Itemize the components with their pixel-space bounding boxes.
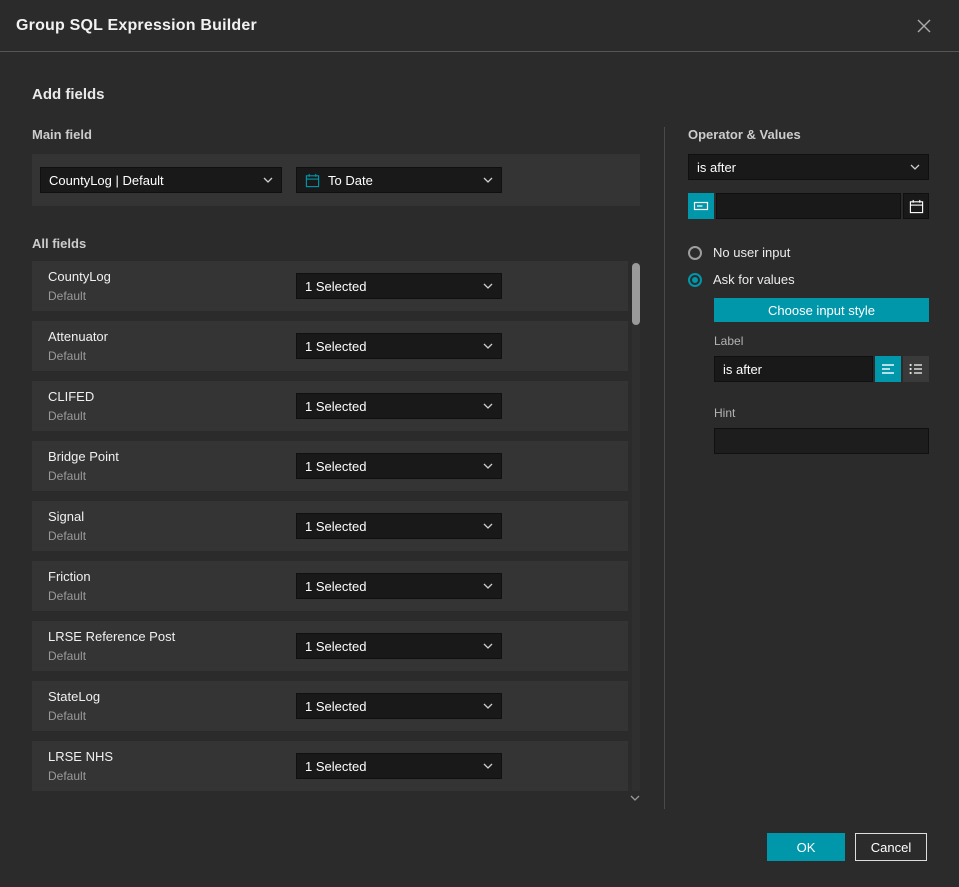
all-fields-list-wrap: CountyLog Default 1 Selected Attenuator …	[32, 261, 640, 801]
chevron-down-icon	[477, 463, 493, 469]
chevron-down-icon	[477, 763, 493, 769]
columns: Main field CountyLog | Default To Date A…	[32, 127, 929, 809]
field-selected-dropdown[interactable]: 1 Selected	[296, 273, 502, 299]
all-fields-list: CountyLog Default 1 Selected Attenuator …	[32, 261, 628, 791]
radio-no-user-input-label: No user input	[713, 245, 791, 260]
field-selected-label: 1 Selected	[305, 638, 367, 654]
chevron-down-icon	[477, 643, 493, 649]
radio-checked-icon[interactable]	[688, 272, 702, 287]
field-list-item: CountyLog Default 1 Selected	[32, 261, 628, 311]
date-field-select-value: To Date	[328, 172, 373, 188]
ask-for-values-block: Choose input style Label is after Hint	[714, 298, 929, 454]
field-selected-dropdown[interactable]: 1 Selected	[296, 753, 502, 779]
value-row	[688, 193, 929, 219]
group-sql-expression-builder-dialog: Group SQL Expression Builder Add fields …	[0, 0, 959, 887]
main-field-select-value: CountyLog | Default	[49, 172, 164, 188]
label-caption: Label	[714, 334, 744, 348]
operator-values-heading: Operator & Values	[688, 127, 801, 142]
field-selected-dropdown[interactable]: 1 Selected	[296, 393, 502, 419]
cancel-button[interactable]: Cancel	[855, 833, 927, 861]
close-icon[interactable]	[911, 13, 937, 39]
dialog-titlebar: Group SQL Expression Builder	[0, 0, 959, 52]
field-list-item: StateLog Default 1 Selected	[32, 681, 628, 731]
field-selected-label: 1 Selected	[305, 338, 367, 354]
label-input[interactable]	[714, 356, 873, 382]
operator-values-column: Operator & Values is after No user input…	[688, 127, 929, 809]
chevron-down-icon	[477, 523, 493, 529]
date-field-select[interactable]: To Date	[296, 167, 502, 193]
set-value-type-button[interactable]	[688, 193, 714, 219]
field-selected-dropdown[interactable]: 1 Selected	[296, 573, 502, 599]
main-field-panel: CountyLog | Default To Date	[32, 154, 640, 206]
hint-input[interactable]	[714, 428, 929, 454]
field-list-item: LRSE NHS Default 1 Selected	[32, 741, 628, 791]
chevron-down-icon	[904, 164, 920, 170]
choose-input-style-button[interactable]: Choose input style	[714, 298, 929, 322]
scrollbar-track[interactable]	[632, 261, 640, 791]
radio-unchecked-icon[interactable]	[688, 245, 702, 260]
dialog-footer: OK Cancel	[767, 833, 927, 861]
vertical-divider	[664, 127, 665, 809]
dialog-body: Add fields Main field CountyLog | Defaul…	[0, 86, 959, 809]
field-selected-label: 1 Selected	[305, 758, 367, 774]
field-selected-dropdown[interactable]: 1 Selected	[296, 693, 502, 719]
field-selected-dropdown[interactable]: 1 Selected	[296, 453, 502, 479]
ok-button[interactable]: OK	[767, 833, 845, 861]
operator-select-value: is after	[697, 159, 737, 175]
list-value-style-icon[interactable]	[903, 356, 929, 382]
chevron-down-icon	[477, 283, 493, 289]
radio-no-user-input[interactable]: No user input	[688, 245, 929, 260]
field-selected-label: 1 Selected	[305, 698, 367, 714]
label-row	[714, 356, 929, 382]
calendar-icon	[305, 173, 320, 188]
chevron-down-icon	[477, 583, 493, 589]
chevron-down-icon	[477, 703, 493, 709]
chevron-down-icon	[477, 343, 493, 349]
dialog-title: Group SQL Expression Builder	[16, 16, 257, 34]
single-value-style-icon[interactable]	[875, 356, 901, 382]
field-list-item: LRSE Reference Post Default 1 Selected	[32, 621, 628, 671]
hint-caption: Hint	[714, 406, 736, 420]
field-selected-label: 1 Selected	[305, 518, 367, 534]
all-fields-label: All fields	[32, 236, 87, 251]
chevron-down-icon	[477, 177, 493, 183]
field-list-item: Attenuator Default 1 Selected	[32, 321, 628, 371]
field-list-item: Bridge Point Default 1 Selected	[32, 441, 628, 491]
calendar-picker-button[interactable]	[903, 193, 929, 219]
add-fields-heading: Add fields	[32, 86, 105, 103]
main-field-label: Main field	[32, 127, 92, 142]
field-selected-dropdown[interactable]: 1 Selected	[296, 333, 502, 359]
operator-select[interactable]: is after	[688, 154, 929, 180]
radio-ask-for-values-label: Ask for values	[713, 272, 795, 287]
field-selected-dropdown[interactable]: 1 Selected	[296, 633, 502, 659]
radio-ask-for-values[interactable]: Ask for values	[688, 272, 929, 287]
scrollbar-thumb[interactable]	[632, 263, 640, 325]
user-input-radios: No user input Ask for values	[688, 245, 929, 287]
fields-column: Main field CountyLog | Default To Date A…	[32, 127, 640, 809]
field-selected-label: 1 Selected	[305, 458, 367, 474]
scroll-down-chevron-icon[interactable]	[630, 795, 640, 801]
value-input[interactable]	[716, 193, 901, 219]
chevron-down-icon	[257, 177, 273, 183]
main-field-select[interactable]: CountyLog | Default	[40, 167, 282, 193]
field-selected-dropdown[interactable]: 1 Selected	[296, 513, 502, 539]
field-selected-label: 1 Selected	[305, 398, 367, 414]
field-list-item: Friction Default 1 Selected	[32, 561, 628, 611]
field-list-item: CLIFED Default 1 Selected	[32, 381, 628, 431]
field-list-item: Signal Default 1 Selected	[32, 501, 628, 551]
field-selected-label: 1 Selected	[305, 578, 367, 594]
field-selected-label: 1 Selected	[305, 278, 367, 294]
chevron-down-icon	[477, 403, 493, 409]
